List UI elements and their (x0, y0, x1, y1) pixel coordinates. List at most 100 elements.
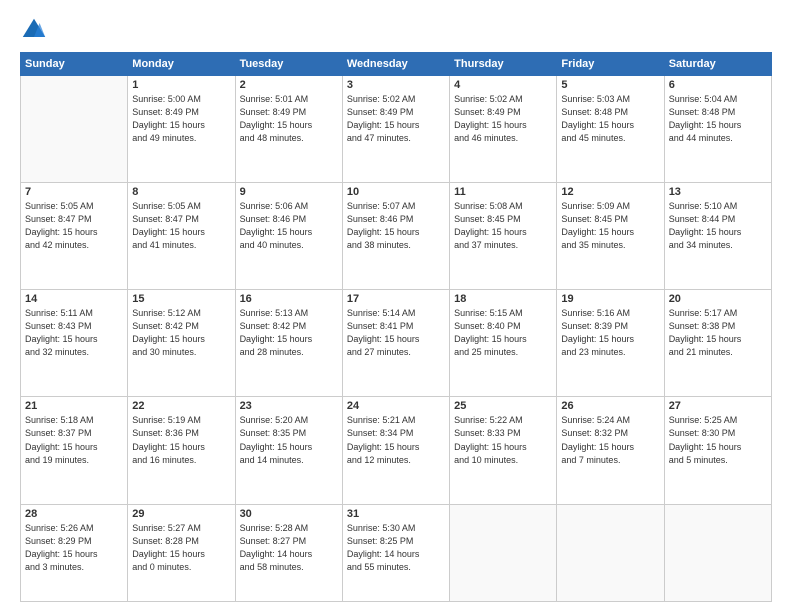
day-number: 6 (669, 79, 767, 91)
weekday-header-sunday: Sunday (21, 53, 128, 76)
weekday-header-wednesday: Wednesday (342, 53, 449, 76)
day-info: Sunrise: 5:07 AMSunset: 8:46 PMDaylight:… (347, 200, 445, 252)
day-number: 2 (240, 79, 338, 91)
weekday-header-monday: Monday (128, 53, 235, 76)
day-number: 22 (132, 400, 230, 412)
day-info: Sunrise: 5:19 AMSunset: 8:36 PMDaylight:… (132, 414, 230, 466)
day-info: Sunrise: 5:01 AMSunset: 8:49 PMDaylight:… (240, 93, 338, 145)
day-number: 26 (561, 400, 659, 412)
calendar-cell: 7 Sunrise: 5:05 AMSunset: 8:47 PMDaylight… (21, 183, 128, 290)
day-info: Sunrise: 5:15 AMSunset: 8:40 PMDaylight:… (454, 307, 552, 359)
day-number: 17 (347, 293, 445, 305)
day-info: Sunrise: 5:02 AMSunset: 8:49 PMDaylight:… (454, 93, 552, 145)
day-number: 1 (132, 79, 230, 91)
day-info: Sunrise: 5:08 AMSunset: 8:45 PMDaylight:… (454, 200, 552, 252)
day-number: 20 (669, 293, 767, 305)
calendar-cell: 15 Sunrise: 5:12 AMSunset: 8:42 PMDayligh… (128, 290, 235, 397)
day-info: Sunrise: 5:17 AMSunset: 8:38 PMDaylight:… (669, 307, 767, 359)
day-number: 4 (454, 79, 552, 91)
day-info: Sunrise: 5:09 AMSunset: 8:45 PMDaylight:… (561, 200, 659, 252)
calendar-cell: 25 Sunrise: 5:22 AMSunset: 8:33 PMDayligh… (450, 397, 557, 504)
week-row-4: 21 Sunrise: 5:18 AMSunset: 8:37 PMDayligh… (21, 397, 772, 504)
day-info: Sunrise: 5:02 AMSunset: 8:49 PMDaylight:… (347, 93, 445, 145)
day-info: Sunrise: 5:30 AMSunset: 8:25 PMDaylight:… (347, 522, 445, 574)
calendar-cell (450, 504, 557, 601)
logo-icon (20, 16, 48, 44)
weekday-header-saturday: Saturday (664, 53, 771, 76)
day-info: Sunrise: 5:04 AMSunset: 8:48 PMDaylight:… (669, 93, 767, 145)
week-row-3: 14 Sunrise: 5:11 AMSunset: 8:43 PMDayligh… (21, 290, 772, 397)
day-info: Sunrise: 5:22 AMSunset: 8:33 PMDaylight:… (454, 414, 552, 466)
day-info: Sunrise: 5:11 AMSunset: 8:43 PMDaylight:… (25, 307, 123, 359)
day-info: Sunrise: 5:10 AMSunset: 8:44 PMDaylight:… (669, 200, 767, 252)
calendar-cell: 9 Sunrise: 5:06 AMSunset: 8:46 PMDaylight… (235, 183, 342, 290)
day-number: 16 (240, 293, 338, 305)
day-info: Sunrise: 5:26 AMSunset: 8:29 PMDaylight:… (25, 522, 123, 574)
calendar-cell: 10 Sunrise: 5:07 AMSunset: 8:46 PMDayligh… (342, 183, 449, 290)
day-info: Sunrise: 5:13 AMSunset: 8:42 PMDaylight:… (240, 307, 338, 359)
day-number: 8 (132, 186, 230, 198)
day-number: 11 (454, 186, 552, 198)
day-number: 21 (25, 400, 123, 412)
calendar-cell: 2 Sunrise: 5:01 AMSunset: 8:49 PMDaylight… (235, 76, 342, 183)
day-number: 30 (240, 508, 338, 520)
calendar-cell: 26 Sunrise: 5:24 AMSunset: 8:32 PMDayligh… (557, 397, 664, 504)
day-number: 29 (132, 508, 230, 520)
calendar-cell: 28 Sunrise: 5:26 AMSunset: 8:29 PMDayligh… (21, 504, 128, 601)
day-info: Sunrise: 5:05 AMSunset: 8:47 PMDaylight:… (25, 200, 123, 252)
calendar-cell (21, 76, 128, 183)
weekday-header-row: SundayMondayTuesdayWednesdayThursdayFrid… (21, 53, 772, 76)
calendar-cell: 13 Sunrise: 5:10 AMSunset: 8:44 PMDayligh… (664, 183, 771, 290)
day-number: 25 (454, 400, 552, 412)
day-number: 5 (561, 79, 659, 91)
page: SundayMondayTuesdayWednesdayThursdayFrid… (0, 0, 792, 612)
week-row-1: 1 Sunrise: 5:00 AMSunset: 8:49 PMDaylight… (21, 76, 772, 183)
calendar-cell (664, 504, 771, 601)
calendar-cell (557, 504, 664, 601)
day-number: 15 (132, 293, 230, 305)
day-number: 9 (240, 186, 338, 198)
calendar-cell: 3 Sunrise: 5:02 AMSunset: 8:49 PMDaylight… (342, 76, 449, 183)
calendar-cell: 24 Sunrise: 5:21 AMSunset: 8:34 PMDayligh… (342, 397, 449, 504)
day-info: Sunrise: 5:14 AMSunset: 8:41 PMDaylight:… (347, 307, 445, 359)
calendar-cell: 29Sunrise: 5:27 AMSunset: 8:28 PMDayligh… (128, 504, 235, 601)
calendar-cell: 21 Sunrise: 5:18 AMSunset: 8:37 PMDayligh… (21, 397, 128, 504)
day-number: 7 (25, 186, 123, 198)
calendar-cell: 14 Sunrise: 5:11 AMSunset: 8:43 PMDayligh… (21, 290, 128, 397)
day-info: Sunrise: 5:18 AMSunset: 8:37 PMDaylight:… (25, 414, 123, 466)
week-row-5: 28 Sunrise: 5:26 AMSunset: 8:29 PMDayligh… (21, 504, 772, 601)
day-info: Sunrise: 5:25 AMSunset: 8:30 PMDaylight:… (669, 414, 767, 466)
calendar-table: SundayMondayTuesdayWednesdayThursdayFrid… (20, 52, 772, 602)
day-number: 14 (25, 293, 123, 305)
calendar-cell: 20 Sunrise: 5:17 AMSunset: 8:38 PMDayligh… (664, 290, 771, 397)
calendar-cell: 16 Sunrise: 5:13 AMSunset: 8:42 PMDayligh… (235, 290, 342, 397)
day-number: 28 (25, 508, 123, 520)
day-number: 13 (669, 186, 767, 198)
calendar-cell: 27 Sunrise: 5:25 AMSunset: 8:30 PMDayligh… (664, 397, 771, 504)
day-number: 24 (347, 400, 445, 412)
weekday-header-thursday: Thursday (450, 53, 557, 76)
calendar-cell: 17 Sunrise: 5:14 AMSunset: 8:41 PMDayligh… (342, 290, 449, 397)
day-info: Sunrise: 5:00 AMSunset: 8:49 PMDaylight:… (132, 93, 230, 145)
calendar-cell: 5Sunrise: 5:03 AMSunset: 8:48 PMDaylight… (557, 76, 664, 183)
calendar-cell: 31Sunrise: 5:30 AMSunset: 8:25 PMDayligh… (342, 504, 449, 601)
calendar-cell: 12 Sunrise: 5:09 AMSunset: 8:45 PMDayligh… (557, 183, 664, 290)
weekday-header-tuesday: Tuesday (235, 53, 342, 76)
day-info: Sunrise: 5:06 AMSunset: 8:46 PMDaylight:… (240, 200, 338, 252)
calendar-cell: 4 Sunrise: 5:02 AMSunset: 8:49 PMDaylight… (450, 76, 557, 183)
week-row-2: 7 Sunrise: 5:05 AMSunset: 8:47 PMDaylight… (21, 183, 772, 290)
day-info: Sunrise: 5:24 AMSunset: 8:32 PMDaylight:… (561, 414, 659, 466)
day-info: Sunrise: 5:12 AMSunset: 8:42 PMDaylight:… (132, 307, 230, 359)
day-info: Sunrise: 5:20 AMSunset: 8:35 PMDaylight:… (240, 414, 338, 466)
day-number: 10 (347, 186, 445, 198)
day-info: Sunrise: 5:16 AMSunset: 8:39 PMDaylight:… (561, 307, 659, 359)
day-number: 27 (669, 400, 767, 412)
weekday-header-friday: Friday (557, 53, 664, 76)
calendar-cell: 19Sunrise: 5:16 AMSunset: 8:39 PMDayligh… (557, 290, 664, 397)
day-number: 3 (347, 79, 445, 91)
day-info: Sunrise: 5:28 AMSunset: 8:27 PMDaylight:… (240, 522, 338, 574)
day-info: Sunrise: 5:05 AMSunset: 8:47 PMDaylight:… (132, 200, 230, 252)
calendar-cell: 11 Sunrise: 5:08 AMSunset: 8:45 PMDayligh… (450, 183, 557, 290)
day-info: Sunrise: 5:21 AMSunset: 8:34 PMDaylight:… (347, 414, 445, 466)
day-number: 12 (561, 186, 659, 198)
